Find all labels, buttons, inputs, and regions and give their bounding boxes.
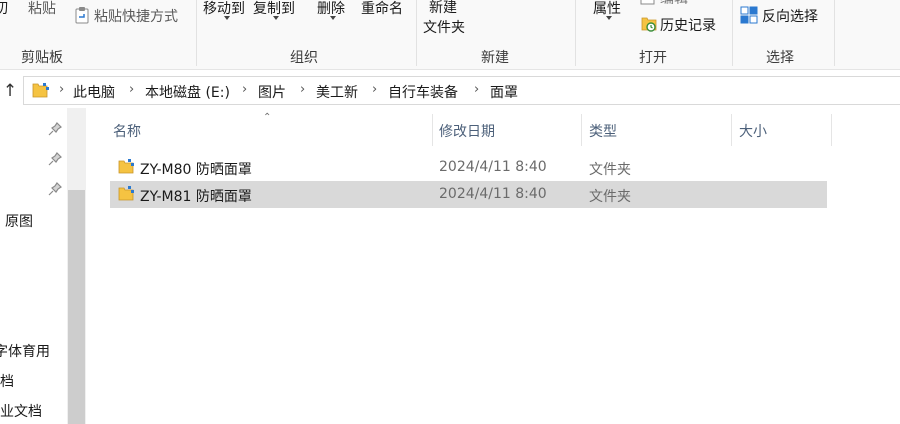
ribbon: 剪切 粘贴 粘贴快捷方式 剪贴板 移动到 复制到 删除 重命名 组织 新建 文件… — [0, 0, 900, 70]
file-modified: 2024/4/11 8:40 — [439, 186, 547, 202]
paste-button[interactable]: 粘贴 — [28, 0, 56, 18]
address-bar[interactable]: › 此电脑 › 本地磁盘 (E:) › 图片 › 美工新 › 自行车装备 › 面… — [23, 76, 900, 105]
folder-icon — [118, 159, 134, 174]
breadcrumb-pictures[interactable]: 图片 — [258, 82, 286, 102]
rename-button[interactable]: 重命名 — [361, 0, 403, 18]
organize-group-label: 组织 — [290, 50, 318, 66]
breadcrumb-face-mask[interactable]: 面罩 — [490, 82, 518, 102]
edit-button[interactable]: 编辑 — [660, 0, 696, 4]
column-separator[interactable] — [731, 114, 732, 146]
file-row-selected[interactable]: ZY-M81 防晒面罩 2024/4/11 8:40 文件夹 — [110, 181, 827, 208]
open-group-label: 打开 — [639, 50, 667, 66]
copy-to-dropdown-icon — [273, 16, 279, 20]
column-header-size[interactable]: 大小 — [739, 121, 767, 141]
breadcrumb-bike-gear[interactable]: 自行车装备 — [388, 82, 458, 102]
paste-shortcut-icon — [75, 7, 89, 24]
column-separator[interactable] — [831, 114, 832, 146]
nav-item-original-images[interactable]: 原图 — [5, 211, 33, 231]
pin-icon[interactable] — [48, 152, 62, 166]
breadcrumb-art-new[interactable]: 美工新 — [316, 82, 358, 102]
edit-icon — [640, 0, 655, 5]
new-group-label: 新建 — [481, 50, 509, 66]
move-to-dropdown-icon — [224, 16, 230, 20]
group-separator — [732, 0, 733, 66]
file-type: 文件夹 — [589, 189, 631, 205]
folder-icon — [118, 186, 134, 201]
chevron-right-icon[interactable]: › — [300, 82, 305, 97]
chevron-right-icon[interactable]: › — [129, 82, 134, 97]
clipboard-group-label: 剪贴板 — [21, 50, 63, 66]
history-button[interactable]: 历史记录 — [660, 15, 716, 35]
invert-selection-button[interactable]: 反向选择 — [762, 6, 818, 26]
cut-label: 剪切 — [0, 1, 8, 17]
column-separator[interactable] — [581, 114, 582, 146]
file-row[interactable]: ZY-M80 防晒面罩 2024/4/11 8:40 文件夹 — [110, 154, 827, 181]
paste-shortcut-button[interactable]: 粘贴快捷方式 — [94, 6, 178, 26]
pin-icon[interactable] — [48, 182, 62, 196]
new-folder-label-line2: 文件夹 — [423, 20, 465, 36]
chevron-right-icon[interactable]: › — [372, 82, 377, 97]
properties-dropdown-icon — [606, 16, 612, 20]
nav-scrollbar-thumb[interactable] — [68, 190, 85, 424]
chevron-right-icon[interactable]: › — [242, 82, 247, 97]
breadcrumb-drive-e[interactable]: 本地磁盘 (E:) — [145, 82, 230, 102]
file-type: 文件夹 — [589, 162, 631, 178]
group-separator — [196, 0, 197, 66]
chevron-right-icon[interactable]: › — [59, 82, 64, 97]
cut-button[interactable]: 剪切 — [0, 0, 8, 18]
chevron-right-icon[interactable]: › — [474, 82, 479, 97]
nav-item-font-sports-label: 字体育用 — [0, 344, 50, 360]
delete-dropdown-icon — [330, 16, 336, 20]
column-header-modified[interactable]: 修改日期 — [439, 121, 495, 141]
address-row: ↑ › 此电脑 › 本地磁盘 (E:) › 图片 › 美工新 › 自行车装备 ›… — [0, 76, 900, 106]
file-name: ZY-M80 防晒面罩 — [140, 162, 252, 178]
sort-ascending-icon: ⌃ — [263, 112, 272, 123]
nav-item-work-docs[interactable]: 业文档 — [0, 401, 42, 421]
file-modified: 2024/4/11 8:40 — [439, 159, 547, 175]
group-separator — [834, 0, 835, 66]
select-group-label: 选择 — [766, 50, 794, 66]
nav-item-font-sports[interactable]: 字体育用 — [0, 341, 64, 361]
pin-icon[interactable] — [48, 122, 62, 136]
history-icon — [641, 17, 657, 32]
breadcrumb-this-pc[interactable]: 此电脑 — [73, 82, 115, 102]
up-arrow-icon[interactable]: ↑ — [0, 78, 20, 104]
nav-item-documents[interactable]: 档 — [0, 371, 14, 391]
column-header-type[interactable]: 类型 — [589, 121, 617, 141]
new-folder-button[interactable]: 新建 文件夹 — [423, 0, 465, 38]
column-header-name[interactable]: 名称 — [113, 121, 141, 141]
paste-label: 粘贴 — [28, 1, 56, 17]
file-name: ZY-M81 防晒面罩 — [140, 189, 252, 205]
edit-label: 编辑 — [660, 0, 688, 4]
invert-selection-icon — [740, 6, 758, 24]
column-separator[interactable] — [432, 114, 433, 146]
new-folder-label-line1: 新建 — [429, 0, 457, 16]
folder-location-icon — [32, 83, 49, 98]
group-separator — [416, 0, 417, 66]
group-separator — [575, 0, 576, 66]
